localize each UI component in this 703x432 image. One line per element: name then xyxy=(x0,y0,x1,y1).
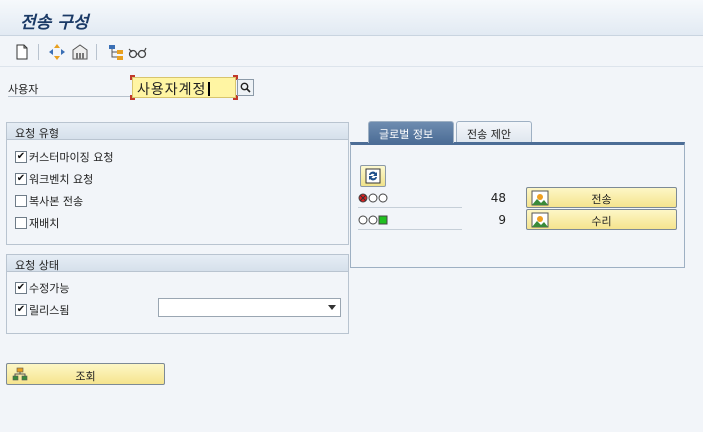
request-status-group: 요청 상태 ✔ 수정가능 ✔ 릴리스됨 xyxy=(6,254,349,334)
checkbox[interactable] xyxy=(15,217,27,229)
window-title: 전송 구성 xyxy=(20,13,89,33)
transport-button[interactable]: 전송 xyxy=(526,187,677,208)
option-modifiable[interactable]: ✔ 수정가능 xyxy=(15,280,69,296)
checkbox-label: 워크벤치 요청 xyxy=(29,173,94,186)
user-input[interactable]: 사용자계정 xyxy=(130,75,238,100)
search-help-button[interactable] xyxy=(237,79,254,96)
title-bar: 전송 구성 xyxy=(0,0,703,36)
toolbar-separator xyxy=(38,44,39,60)
checkbox[interactable]: ✔ xyxy=(15,304,27,316)
button-label: 조회 xyxy=(75,370,96,383)
application-toolbar xyxy=(0,37,703,67)
status-lights-green xyxy=(358,214,390,226)
hierarchy-icon[interactable] xyxy=(106,42,126,62)
refresh-button[interactable] xyxy=(360,165,386,187)
option-transport-of-copies[interactable]: 복사본 전송 xyxy=(15,193,83,209)
tab-label: 글로벌 정보 xyxy=(379,128,434,141)
status-lights-red xyxy=(358,192,390,204)
count-locked: 48 xyxy=(490,191,506,205)
checkbox[interactable] xyxy=(15,195,27,207)
button-label: 수리 xyxy=(591,215,612,228)
checkbox-label: 수정가능 xyxy=(29,282,70,295)
checkbox[interactable]: ✔ xyxy=(15,173,27,185)
status-row-underline xyxy=(358,229,462,230)
search-icon xyxy=(240,82,251,93)
tab-global-info[interactable]: 글로벌 정보 xyxy=(368,121,454,143)
checkbox-label: 복사본 전송 xyxy=(29,195,84,208)
request-type-title: 요청 유형 xyxy=(7,123,348,140)
repair-button[interactable]: 수리 xyxy=(526,209,677,230)
checkbox-label: 재배치 xyxy=(29,217,60,230)
chevron-down-icon xyxy=(328,305,336,310)
traffic-light-green-icon xyxy=(358,215,388,225)
query-button[interactable]: 조회 xyxy=(6,363,165,385)
option-customizing-request[interactable]: ✔ 커스터마이징 요청 xyxy=(15,149,113,165)
focus-corner xyxy=(130,75,135,80)
checkbox-label: 커스터마이징 요청 xyxy=(29,151,114,164)
user-input-value: 사용자계정 xyxy=(137,82,207,98)
request-type-group: 요청 유형 ✔ 커스터마이징 요청 ✔ 워크벤치 요청 복사본 전송 재배치 xyxy=(6,122,349,245)
button-label: 전송 xyxy=(591,193,612,206)
text-cursor xyxy=(208,82,211,96)
toolbar-separator xyxy=(96,44,97,60)
transport-route-icon[interactable] xyxy=(47,42,67,62)
status-row-underline xyxy=(358,207,462,208)
option-workbench-request[interactable]: ✔ 워크벤치 요청 xyxy=(15,171,93,187)
option-relocation[interactable]: 재배치 xyxy=(15,215,59,231)
option-released[interactable]: ✔ 릴리스됨 xyxy=(15,302,69,318)
new-document-icon[interactable] xyxy=(12,42,32,62)
user-label: 사용자 xyxy=(8,83,39,96)
count-repair: 9 xyxy=(498,213,506,227)
checkbox[interactable]: ✔ xyxy=(15,282,27,294)
checkbox-label: 릴리스됨 xyxy=(29,304,70,317)
refresh-icon xyxy=(365,168,381,184)
request-status-title: 요청 상태 xyxy=(7,255,348,272)
warehouse-icon[interactable] xyxy=(70,42,90,62)
traffic-light-red-icon xyxy=(358,193,388,203)
released-date-dropdown[interactable] xyxy=(158,298,341,317)
user-label-underline xyxy=(8,96,130,97)
checkbox[interactable]: ✔ xyxy=(15,151,27,163)
glasses-icon[interactable] xyxy=(128,42,148,62)
tab-transport-proposal[interactable]: 전송 제안 xyxy=(456,121,532,143)
focus-corner xyxy=(130,95,135,100)
tab-label: 전송 제안 xyxy=(467,128,511,141)
